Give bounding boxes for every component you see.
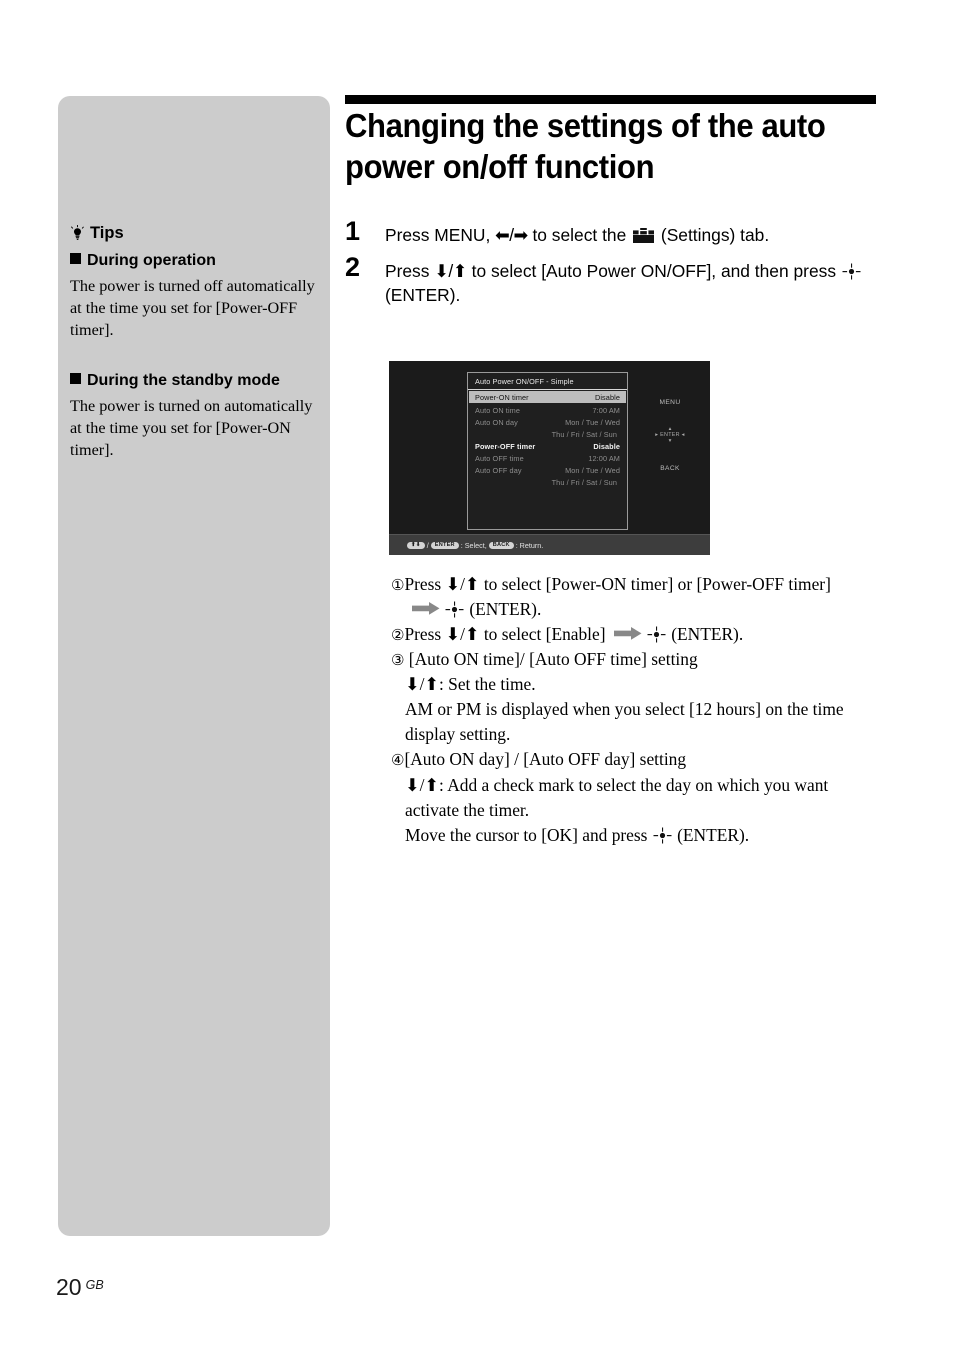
page-number: 20 xyxy=(56,1274,82,1300)
step-1-text: Press MENU, ⬅/➡ to select the (Settings)… xyxy=(385,218,769,248)
osd-footer-return-text: : Return. xyxy=(515,540,544,550)
up-down-arrows-icon: ⬇/⬆ xyxy=(434,260,467,281)
step-1-number: 1 xyxy=(345,216,361,246)
osd-row-value: Thu / Fri / Sat / Sun xyxy=(551,478,617,487)
procedure-item-3-line2: ⬇/⬆: Set the time. xyxy=(405,674,536,695)
step-1-text-a: Press MENU, xyxy=(385,225,496,245)
osd-row-auto-off-day-2[interactable]: Thu / Fri / Sat / Sun xyxy=(468,476,627,488)
circled-number-3-icon: ③ xyxy=(391,651,405,670)
osd-row-value: 7:00 AM xyxy=(592,406,620,415)
osd-row-value: Mon / Tue / Wed xyxy=(565,418,620,427)
step-2-text-a: Press xyxy=(385,260,435,281)
osd-row-auto-off-time[interactable]: Auto OFF time 12:00 AM xyxy=(468,452,627,464)
tips-section-heading-1: During the standby mode xyxy=(70,371,320,391)
osd-footer-hint-bar: ⬆⬇ / ENTER: Select, BACK: Return. xyxy=(389,534,710,555)
page-region-label: GB xyxy=(85,1278,104,1292)
procedure-item-4-line1: ④[Auto ON day] / [Auto OFF day] setting xyxy=(391,747,881,772)
osd-screenshot: Auto Power ON/OFF - Simple Power-ON time… xyxy=(389,361,710,555)
tips-sidebar-panel: Tips During operation The power is turne… xyxy=(58,96,330,1236)
updown-key-pill-icon: ⬆⬇ xyxy=(407,541,425,549)
osd-row-power-on-timer[interactable]: Power-ON timer Disable xyxy=(469,391,626,403)
procedure-item-3-line3: AM or PM is displayed when you select [1… xyxy=(405,699,844,745)
toolbox-settings-icon xyxy=(633,228,655,243)
osd-row-label: Power-ON timer xyxy=(475,393,529,402)
step-2-text: Press ⬇/⬆ to select [Auto Power ON/OFF],… xyxy=(385,254,885,308)
step-1: 1 Press MENU, ⬅/➡ to select the (Setting… xyxy=(345,218,885,248)
enter-button-icon xyxy=(842,263,861,280)
circled-number-1-icon: ① xyxy=(391,576,405,594)
tips-section-heading-1-label: During the standby mode xyxy=(87,371,280,389)
page-title: Changing the settings of the auto power … xyxy=(345,107,826,185)
osd-row-label: Power-OFF timer xyxy=(475,442,536,451)
osd-row-auto-on-time[interactable]: Auto ON time 7:00 AM xyxy=(468,404,627,416)
osd-key-menu[interactable]: MENU xyxy=(637,399,703,406)
procedure-item-4-line3-post: (ENTER). xyxy=(672,824,750,845)
osd-footer-sep: / xyxy=(426,540,429,550)
procedure-item-1-text: Press ⬇/⬆ to select [Power-ON timer] or … xyxy=(404,574,831,594)
circled-number-4-icon: ④ xyxy=(391,751,405,770)
step-2-text-b: to select [Auto Power ON/OFF], and then … xyxy=(466,260,841,281)
tips-section-body-1: The power is turned on automatically at … xyxy=(70,396,313,459)
circled-number-2-icon: ② xyxy=(391,626,405,645)
step-2-number: 2 xyxy=(345,251,361,282)
osd-footer-select-text: : Select, xyxy=(460,540,487,550)
osd-row-value: 12:00 AM xyxy=(588,454,620,463)
tips-section-heading-0-label: During operation xyxy=(87,251,216,269)
procedure-item-1-line1: ①Press ⬇/⬆ to select [Power-ON timer] or… xyxy=(391,572,881,597)
right-arrow-icon xyxy=(613,626,642,641)
procedure-item-2-line1: ②Press ⬇/⬆ to select [Enable] (ENTER). xyxy=(391,622,881,647)
enter-button-icon xyxy=(445,601,464,618)
procedure-list: ①Press ⬇/⬆ to select [Power-ON timer] or… xyxy=(391,572,881,848)
tips-heading-label: Tips xyxy=(90,224,124,242)
page-footer: 20 GB xyxy=(56,1274,104,1301)
square-bullet-icon xyxy=(70,372,81,384)
osd-menu-panel: Auto Power ON/OFF - Simple Power-ON time… xyxy=(467,372,628,530)
osd-row-value: Thu / Fri / Sat / Sun xyxy=(551,430,617,439)
enter-button-icon xyxy=(647,626,666,643)
osd-row-label: Auto OFF time xyxy=(475,454,524,463)
tips-content: Tips During operation The power is turne… xyxy=(70,224,320,461)
right-arrow-icon xyxy=(412,601,440,616)
osd-row-value: Mon / Tue / Wed xyxy=(565,466,620,475)
osd-row-label: Auto ON day xyxy=(475,418,518,427)
procedure-item-4-line3-pre: Move the cursor to [OK] and press xyxy=(405,824,652,845)
back-key-pill-icon: BACK xyxy=(488,541,514,549)
step-2: 2 Press ⬇/⬆ to select [Auto Power ON/OFF… xyxy=(345,251,885,308)
osd-row-power-off-timer[interactable]: Power-OFF timer Disable xyxy=(468,440,627,452)
procedure-item-1-line2-text: (ENTER). xyxy=(465,599,542,620)
square-bullet-icon xyxy=(70,252,81,264)
osd-row-value: Disable xyxy=(593,442,620,451)
procedure-item-4-line3: Move the cursor to [OK] and press (ENTER… xyxy=(391,823,881,848)
osd-row-auto-off-day[interactable]: Auto OFF day Mon / Tue / Wed xyxy=(468,464,627,476)
left-right-arrows-icon: ⬅/➡ xyxy=(495,225,528,245)
tips-section-heading-0: During operation xyxy=(70,251,320,271)
lightbulb-icon xyxy=(70,225,85,242)
osd-row-label: Auto ON time xyxy=(475,406,520,415)
tips-heading: Tips xyxy=(70,224,320,244)
osd-dpad-icon[interactable]: ▴ ▸ ENTER ◂ ▾ xyxy=(637,426,703,445)
procedure-item-3-text: [Auto ON time]/ [Auto OFF time] setting xyxy=(404,649,698,670)
osd-row-auto-on-day[interactable]: Auto ON day Mon / Tue / Wed xyxy=(468,416,627,428)
osd-dpad-down[interactable]: ▾ xyxy=(637,438,703,444)
step-1-text-b: to select the xyxy=(527,225,632,245)
osd-row-value: Disable xyxy=(594,393,620,402)
procedure-item-4-text: [Auto ON day] / [Auto OFF day] setting xyxy=(404,749,687,770)
enter-key-pill-icon: ENTER xyxy=(430,541,459,549)
procedure-item-2-text-pre: Press ⬇/⬆ to select [Enable] xyxy=(404,624,610,645)
procedure-item-2-text-post: (ENTER). xyxy=(666,624,744,645)
title-rule-divider xyxy=(345,95,876,104)
osd-row-label: Auto OFF day xyxy=(475,466,522,475)
step-2-text-c: (ENTER). xyxy=(385,285,461,306)
step-1-text-c: (Settings) tab. xyxy=(656,225,770,245)
osd-row-auto-on-day-2[interactable]: Thu / Fri / Sat / Sun xyxy=(468,428,627,440)
osd-menu-title: Auto Power ON/OFF - Simple xyxy=(468,373,627,390)
tips-section-body-0: The power is turned off automatically at… xyxy=(70,276,315,339)
procedure-item-4-line2: ⬇/⬆: Add a check mark to select the day … xyxy=(405,774,829,820)
osd-key-back[interactable]: BACK xyxy=(637,465,703,472)
enter-button-icon xyxy=(653,827,672,844)
procedure-item-3-line1: ③ [Auto ON time]/ [Auto OFF time] settin… xyxy=(391,647,881,672)
procedure-item-1-line2: (ENTER). xyxy=(391,597,881,622)
osd-key-guide: MENU ▴ ▸ ENTER ◂ ▾ BACK xyxy=(637,381,703,472)
numbered-steps-list: 1 Press MENU, ⬅/➡ to select the (Setting… xyxy=(345,218,885,314)
